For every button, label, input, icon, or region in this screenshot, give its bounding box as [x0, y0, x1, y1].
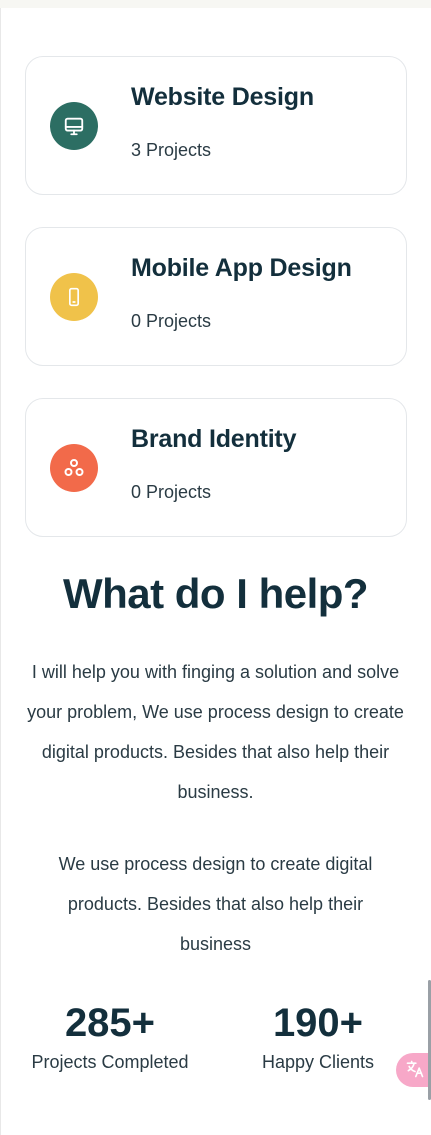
top-bar [0, 0, 431, 8]
service-count: 0 Projects [131, 482, 212, 502]
service-card-website-design[interactable]: Website Design 3 Projects [25, 56, 407, 195]
help-heading: What do I help? [62, 570, 369, 617]
stat-label: Projects Completed [31, 1052, 189, 1072]
stat-projects-completed: 285+ Projects Completed [20, 1000, 200, 1073]
service-title: Website Design [131, 83, 314, 111]
service-title: Mobile App Design [131, 254, 352, 282]
page: Website Design 3 Projects Mobile App Des… [0, 0, 431, 1135]
stat-number: 285+ [64, 1001, 156, 1045]
stat-label: Happy Clients [261, 1052, 375, 1072]
stat-happy-clients: 190+ Happy Clients [228, 1000, 408, 1073]
translate-icon [405, 1059, 425, 1082]
service-title: Brand Identity [131, 425, 297, 453]
help-paragraph-secondary: We use process design to create digital … [58, 854, 373, 954]
monitor-icon [50, 102, 98, 150]
translate-button[interactable] [396, 1053, 431, 1087]
phone-icon [50, 273, 98, 321]
help-paragraph: I will help you with finging a solution … [27, 662, 404, 802]
stat-number: 190+ [272, 1001, 364, 1045]
service-count: 0 Projects [131, 311, 212, 331]
service-card-mobile-app-design[interactable]: Mobile App Design 0 Projects [25, 227, 407, 366]
service-card-brand-identity[interactable]: Brand Identity 0 Projects [25, 398, 407, 537]
service-count: 3 Projects [131, 140, 212, 160]
circles-icon [50, 444, 98, 492]
